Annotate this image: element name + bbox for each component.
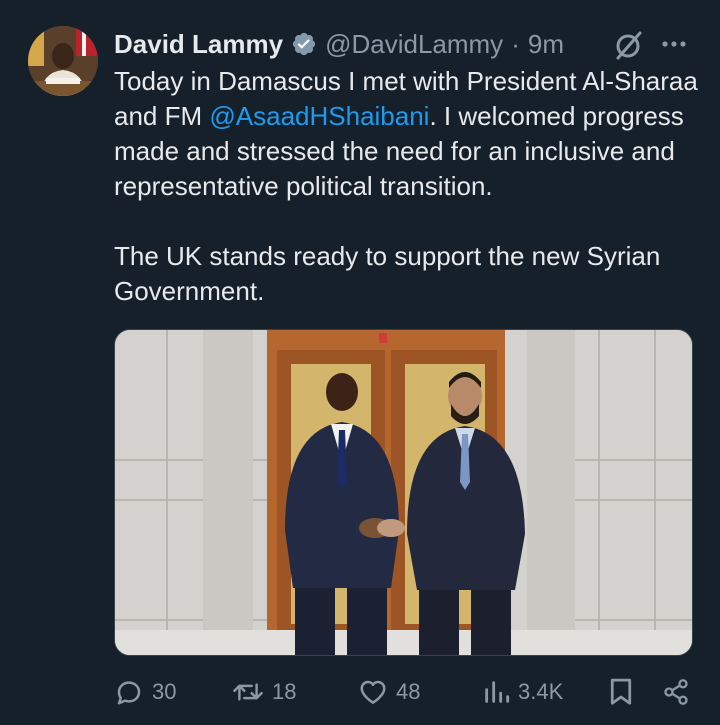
bookmark-button[interactable] (608, 672, 634, 712)
retweet-button[interactable]: 18 (232, 672, 296, 712)
tweet-text: Today in Damascus I met with President A… (114, 64, 699, 309)
tweet: David Lammy @DavidLammy · 9m Today in Da… (0, 0, 720, 725)
bookmark-icon (610, 678, 632, 705)
avatar-image (28, 26, 98, 96)
author-handle[interactable]: @DavidLammy (325, 29, 503, 60)
more-options-icon[interactable] (658, 32, 690, 56)
reply-count: 30 (152, 679, 177, 704)
share-icon (664, 679, 688, 705)
mention-link[interactable]: @AsaadHShaibani (209, 101, 429, 131)
tweet-action-bar: 30 18 48 3.4K (114, 672, 694, 712)
share-button[interactable] (662, 672, 690, 712)
retweet-icon (233, 683, 263, 701)
separator-dot: · (511, 28, 520, 59)
like-button[interactable]: 48 (358, 672, 420, 712)
like-count: 48 (396, 679, 421, 704)
retweet-count: 18 (272, 679, 297, 704)
verified-badge-icon (291, 31, 317, 57)
tweet-paragraph-1: Today in Damascus I met with President A… (114, 64, 699, 204)
views-button[interactable]: 3.4K (482, 672, 563, 712)
photo-scene (115, 330, 692, 655)
views-count: 3.4K (518, 679, 564, 704)
reply-icon (117, 681, 141, 705)
tweet-timestamp[interactable]: 9m (528, 29, 564, 60)
views-icon (485, 681, 510, 703)
reply-button[interactable]: 30 (114, 672, 176, 712)
grok-icon[interactable] (612, 28, 646, 62)
tweet-photo[interactable] (114, 329, 693, 656)
avatar[interactable] (28, 26, 98, 96)
tweet-header: David Lammy @DavidLammy · 9m (114, 26, 564, 62)
tweet-paragraph-2: The UK stands ready to support the new S… (114, 241, 661, 306)
display-name[interactable]: David Lammy (114, 29, 283, 60)
like-icon (360, 680, 386, 704)
